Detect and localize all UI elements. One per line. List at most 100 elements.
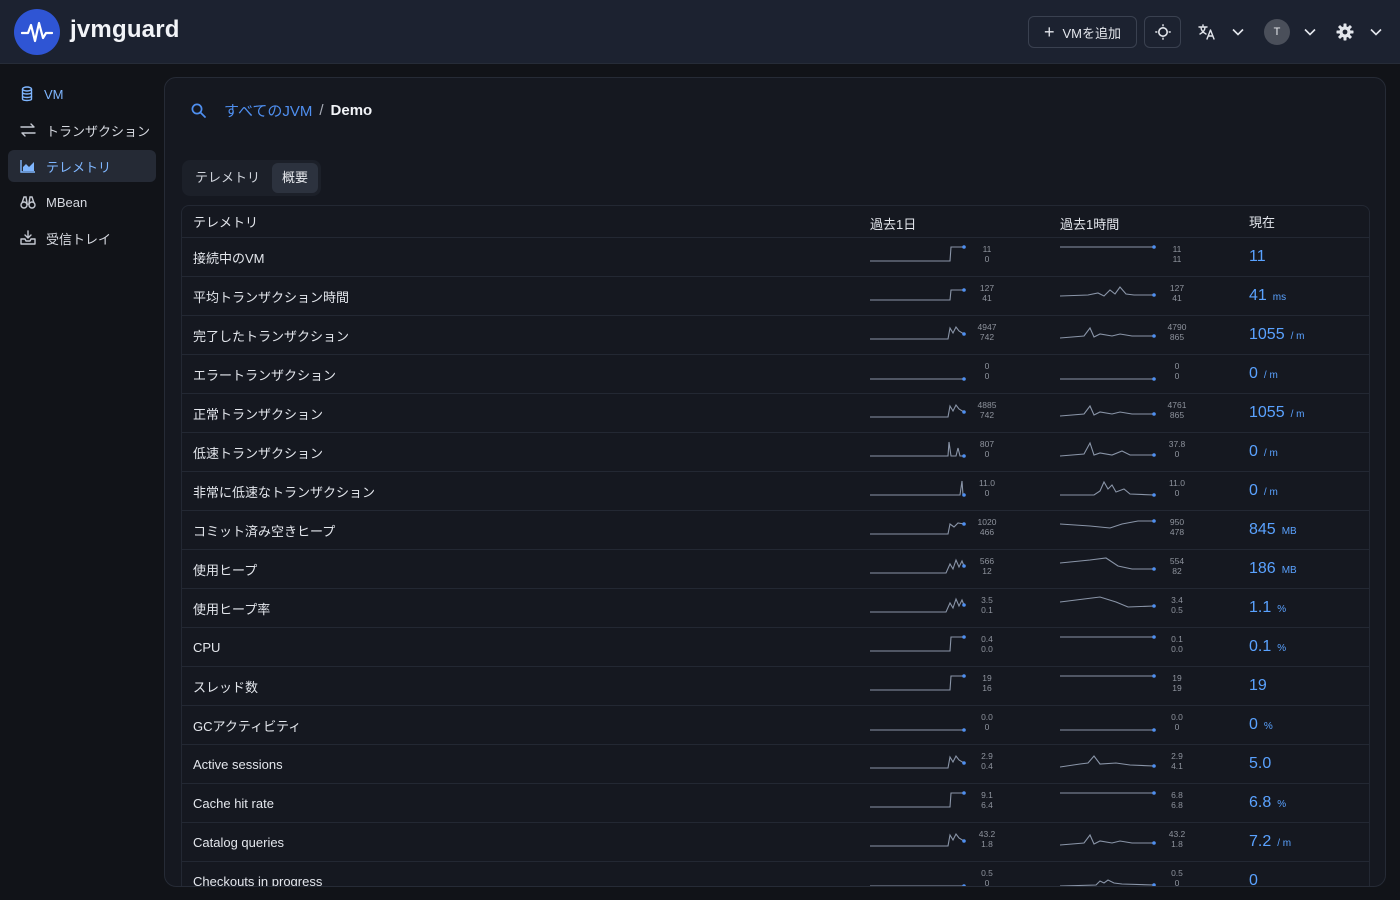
table-row[interactable]: 接続中のVM 11 0 11 11 11: [182, 238, 1369, 277]
sidebar-item-label: VM: [44, 86, 64, 102]
language-menu-button[interactable]: [1198, 18, 1244, 46]
sparkline-path: [1060, 480, 1155, 496]
metric-name: 正常トランザクション: [193, 406, 324, 422]
sparkline-chart: [870, 635, 966, 652]
min-label: 0: [984, 449, 990, 459]
tab-overview[interactable]: 概要: [272, 163, 319, 193]
table-row[interactable]: Active sessions 2.9 0.4 2.9 4.1 5.0: [182, 745, 1369, 784]
metric-name: Active sessions: [193, 756, 283, 772]
sparkline-chart: [870, 558, 966, 574]
min-max-labels: 807 0: [974, 439, 1000, 459]
table-row[interactable]: Catalog queries 43.2 1.8 43.2 1.8 7.2/ m: [182, 823, 1369, 862]
sparkline-last-point: [962, 674, 966, 678]
current-value: 845 MB: [1249, 521, 1297, 539]
max-label: 0.0: [981, 712, 993, 722]
min-label: 1.8: [981, 839, 993, 849]
sparkline-last-day: 9.1 6.4: [870, 788, 1000, 812]
table-row[interactable]: エラートランザクション 0 0 0 0 0/ m: [182, 355, 1369, 394]
min-max-labels: 0.0 0: [974, 712, 1000, 732]
current-value-number: 41: [1249, 287, 1267, 304]
add-vm-button[interactable]: + VMを追加: [1028, 16, 1137, 48]
chevron-down-icon: [1304, 28, 1316, 36]
sparkline-last-day: 807 0: [870, 437, 1000, 461]
sparkline-last-point: [962, 728, 966, 732]
database-icon: [21, 86, 33, 102]
tab-telemetry[interactable]: テレメトリ: [185, 163, 270, 193]
current-value-number: 1055: [1249, 404, 1285, 421]
sparkline-last-point: [962, 839, 966, 843]
table-row[interactable]: 使用ヒープ率 3.5 0.1 3.4 0.5 1.1%: [182, 589, 1369, 628]
sidebar-item-vm[interactable]: VM: [8, 78, 156, 110]
sparkline-chart: [1060, 480, 1156, 497]
min-max-labels: 43.2 1.8: [974, 829, 1000, 849]
table-row[interactable]: スレッド数 19 16 19 19 19: [182, 667, 1369, 706]
sparkline-last-day: 00: [870, 359, 1000, 383]
min-max-labels: 127 41: [974, 283, 1000, 303]
min-label: 478: [1169, 527, 1185, 537]
sidebar-item-mbean[interactable]: MBean: [8, 186, 156, 218]
sparkline-last-point: [962, 603, 966, 607]
sparkline-path: [1060, 879, 1155, 886]
current-value: 0 / m: [1249, 482, 1278, 500]
sparkline-last-point: [962, 377, 966, 381]
sparkline-last-hour: 0.5 0: [1060, 866, 1190, 886]
current-value-unit: %: [1263, 721, 1273, 732]
min-label: 742: [979, 332, 995, 342]
search-icon[interactable]: [191, 103, 206, 118]
sidebar-item-inbox[interactable]: 受信トレイ: [8, 222, 156, 254]
binoculars-icon: [20, 196, 36, 209]
table-row[interactable]: Checkouts in progress 0.5 0 0.5 0 0: [182, 862, 1369, 887]
table-row[interactable]: 非常に低速なトランザクション 11.0 0 11.0 0 0/ m: [182, 472, 1369, 511]
chart-area-icon: [20, 160, 35, 173]
table-row[interactable]: Cache hit rate 9.1 6.4 6.8 6.8 6.8%: [182, 784, 1369, 823]
user-menu-button[interactable]: T: [1264, 18, 1316, 46]
min-max-labels: 3.4 0.5: [1164, 595, 1190, 615]
min-label: 0: [1174, 449, 1180, 459]
current-value-unit: MB: [1281, 526, 1297, 537]
metric-name: GCアクティビティ: [193, 718, 302, 734]
sparkline-path: [870, 480, 964, 496]
metric-name: 低速トランザクション: [193, 445, 324, 461]
current-value-number: 7.2: [1249, 833, 1272, 850]
min-max-labels: 19 19: [1164, 673, 1190, 693]
chevron-down-icon: [1232, 28, 1244, 36]
table-row[interactable]: 正常トランザクション 4885 742 4761 865 1055 / m: [182, 394, 1369, 433]
current-value: 7.2 / m: [1249, 833, 1291, 851]
table-row[interactable]: GCアクティビティ 0.0 0 0.0 0 0%: [182, 706, 1369, 745]
table-row[interactable]: 使用ヒープ 566 12 554 82 186 MB: [182, 550, 1369, 589]
main-panel: すべてのJVM / Demo テレメトリ 概要 テレメトリ 過去1日 過去1時間…: [164, 77, 1386, 887]
sparkline-last-hour: 4761 865: [1060, 398, 1190, 422]
sidebar-item-telemetry[interactable]: テレメトリ: [8, 150, 156, 182]
sidebar: VM トランザクション テレメトリ MBean 受信トレイ: [0, 64, 164, 900]
sparkline-path: [870, 832, 965, 847]
sparkline-last-point: [962, 791, 966, 795]
sidebar-item-label: テレメトリ: [46, 159, 112, 175]
current-value: 1055 / m: [1249, 404, 1304, 422]
sparkline-last-hour: 6.8 6.8: [1060, 788, 1190, 812]
current-value-number: 0: [1249, 872, 1258, 887]
sparkline-last-day: 1020 466: [870, 515, 1000, 539]
table-row[interactable]: 平均トランザクション時間 127 41 127 41 41 ms: [182, 277, 1369, 316]
sidebar-item-transactions[interactable]: トランザクション: [8, 114, 156, 146]
sparkline-path: [870, 325, 965, 340]
table-row[interactable]: 低速トランザクション 807 0 37.8 0 0/ m: [182, 433, 1369, 472]
sparkline-last-point: [1152, 841, 1156, 845]
theme-toggle-button[interactable]: [1144, 16, 1181, 48]
min-label: 0: [1174, 488, 1180, 498]
breadcrumb-all-jvms-link[interactable]: すべてのJVM: [224, 100, 312, 121]
sparkline-last-day: 0.0 0: [870, 710, 1000, 734]
table-row[interactable]: コミット済み空きヒープ 1020 466 950 478 845 MB: [182, 511, 1369, 550]
sparkline-chart: [870, 728, 966, 732]
sparkline-last-point: [962, 761, 966, 765]
current-value-number: 845: [1249, 521, 1276, 538]
max-label: 37.8: [1168, 439, 1186, 449]
table-row[interactable]: 完了したトランザクション 4947 742 4790 865 1055 / m: [182, 316, 1369, 355]
logo-icon[interactable]: [14, 9, 60, 55]
current-value-unit: / m: [1263, 487, 1278, 498]
min-max-labels: 4761 865: [1164, 400, 1190, 420]
min-max-labels: 3.5 0.1: [974, 595, 1000, 615]
settings-menu-button[interactable]: [1336, 18, 1382, 46]
table-row[interactable]: CPU 0.4 0.0 0.1 0.0 0.1%: [182, 628, 1369, 667]
metric-name: 完了したトランザクション: [193, 328, 350, 344]
sparkline-chart: [1060, 519, 1156, 529]
